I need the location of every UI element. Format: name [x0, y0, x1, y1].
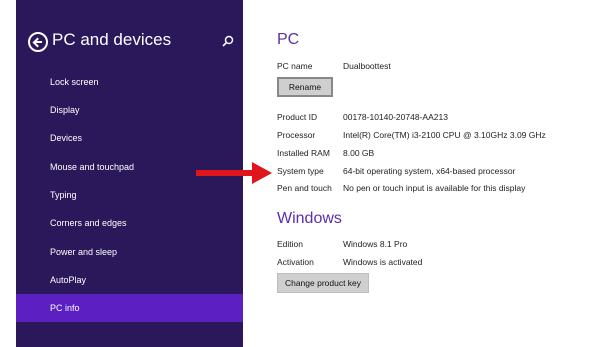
- search-icon[interactable]: [222, 35, 234, 47]
- system-type-value: 64-bit operating system, x64-based proce…: [343, 166, 516, 176]
- pc-name-value: Dualboottest: [343, 61, 391, 71]
- pen-touch-label: Pen and touch: [277, 183, 332, 193]
- processor-label: Processor: [277, 130, 316, 140]
- sidebar-item-lock-screen[interactable]: Lock screen: [16, 68, 243, 96]
- pc-name-label: PC name: [277, 61, 313, 71]
- edition-value: Windows 8.1 Pro: [343, 239, 408, 249]
- windows-heading: Windows: [277, 210, 342, 227]
- edition-label: Edition: [277, 239, 303, 249]
- activation-value: Windows is activated: [343, 257, 423, 267]
- sidebar-item-power-sleep[interactable]: Power and sleep: [16, 238, 243, 266]
- sidebar-item-autoplay[interactable]: AutoPlay: [16, 266, 243, 294]
- sidebar-title: PC and devices: [52, 30, 172, 49]
- back-arrow-icon[interactable]: [28, 32, 48, 52]
- system-type-label: System type: [277, 166, 324, 176]
- product-id-value: 00178-10140-20748-AA213: [343, 112, 448, 122]
- pc-heading: PC: [277, 31, 300, 48]
- product-id-label: Product ID: [277, 112, 318, 122]
- sidebar-item-typing[interactable]: Typing: [16, 181, 243, 209]
- sidebar-item-devices[interactable]: Devices: [16, 124, 243, 152]
- pen-touch-value: No pen or touch input is available for t…: [343, 183, 526, 193]
- activation-label: Activation: [277, 257, 314, 267]
- change-product-key-button[interactable]: Change product key: [277, 273, 369, 293]
- sidebar-item-pc-info[interactable]: PC info: [16, 294, 243, 322]
- sidebar-item-corners-edges[interactable]: Corners and edges: [16, 209, 243, 237]
- processor-value: Intel(R) Core(TM) i3-2100 CPU @ 3.10GHz …: [343, 130, 546, 140]
- sidebar-item-display[interactable]: Display: [16, 96, 243, 124]
- rename-button[interactable]: Rename: [277, 77, 333, 97]
- installed-ram-value: 8.00 GB: [343, 148, 375, 158]
- installed-ram-label: Installed RAM: [277, 148, 330, 158]
- red-arrow-icon: [196, 162, 272, 184]
